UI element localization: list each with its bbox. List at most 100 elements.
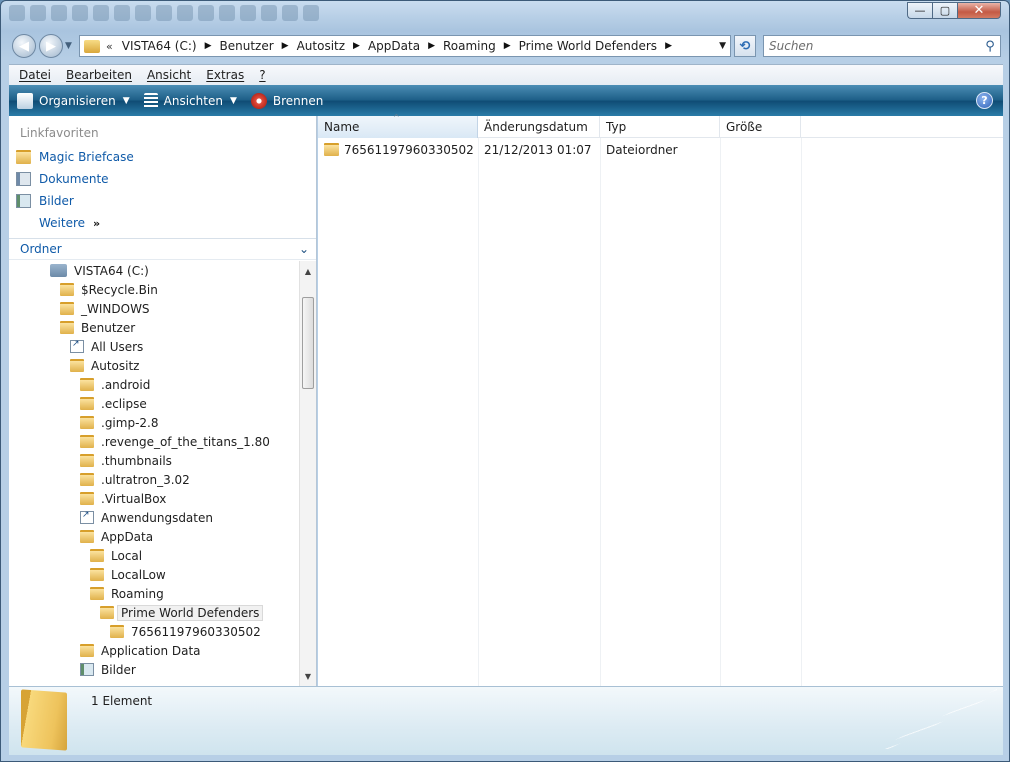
tree-item[interactable]: LocalLow — [90, 565, 166, 584]
pictures-icon — [80, 663, 94, 676]
organize-label: Organisieren — [39, 93, 116, 108]
tree-item[interactable]: Autositz — [70, 356, 139, 375]
tree-item[interactable]: Application Data — [80, 641, 201, 660]
breadcrumb-separator-icon[interactable]: ▶ — [428, 41, 435, 51]
favorite-more[interactable]: Weitere » — [39, 216, 100, 230]
tree-item-label: .revenge_of_the_titans_1.80 — [101, 434, 270, 449]
folder-icon — [70, 359, 84, 372]
tree-item[interactable]: Anwendungsdaten — [80, 508, 213, 527]
chevron-down-icon[interactable]: ⌄ — [299, 242, 309, 256]
scroll-thumb[interactable] — [302, 297, 314, 389]
tree-item[interactable]: All Users — [70, 337, 143, 356]
forward-button[interactable]: ▶ — [39, 34, 63, 58]
favorite-dokumente[interactable]: Dokumente — [16, 172, 109, 186]
address-history-dropdown[interactable]: ▼ — [719, 41, 726, 51]
file-name: 76561197960330502 — [344, 142, 474, 157]
column-header-type[interactable]: Typ — [600, 116, 720, 138]
tree-item[interactable]: .VirtualBox — [80, 489, 166, 508]
tree-item[interactable]: AppData — [80, 527, 153, 546]
column-header-name[interactable]: ^ Name — [318, 113, 478, 138]
search-box: ⚲ — [763, 35, 1001, 57]
minimize-button[interactable]: — — [907, 2, 932, 19]
refresh-button[interactable]: ⟲ — [734, 35, 756, 57]
burn-button[interactable]: Brennen — [250, 92, 323, 109]
search-input[interactable] — [764, 37, 980, 55]
address-overflow-button[interactable]: « — [106, 40, 113, 53]
folder-icon — [80, 530, 94, 543]
maximize-button[interactable]: ▢ — [932, 2, 957, 19]
help-icon[interactable]: ? — [976, 92, 993, 109]
folder-icon — [90, 587, 104, 600]
ghost-icon — [93, 5, 109, 21]
scroll-up-icon[interactable]: ▲ — [300, 263, 316, 279]
breadcrumb-roaming[interactable]: Roaming — [439, 39, 500, 53]
breadcrumb-separator-icon[interactable]: ▶ — [205, 41, 212, 51]
column-header-size[interactable]: Größe — [720, 116, 801, 138]
ghost-icon — [261, 5, 277, 21]
folder-icon — [100, 606, 114, 619]
menu-ansicht[interactable]: Ansicht — [147, 68, 198, 82]
tree-item[interactable]: $Recycle.Bin — [60, 280, 158, 299]
breadcrumb-prime-world-defenders[interactable]: Prime World Defenders — [515, 39, 661, 53]
menu-bearbeiten[interactable]: Bearbeiten — [66, 68, 139, 82]
tree-item-label: .ultratron_3.02 — [101, 472, 190, 487]
column-label: Typ — [606, 120, 627, 134]
tree-item[interactable]: Bilder — [80, 660, 136, 679]
tree-item[interactable]: _WINDOWS — [60, 299, 150, 318]
views-button[interactable]: Ansichten ▼ — [143, 92, 237, 109]
back-button[interactable]: ◀ — [12, 34, 36, 58]
address-bar[interactable]: « VISTA64 (C:) ▶ Benutzer ▶ Autositz ▶ A… — [79, 35, 731, 57]
breadcrumb-separator-icon[interactable]: ▶ — [665, 41, 672, 51]
breadcrumb-appdata[interactable]: AppData — [364, 39, 424, 53]
tree-item-label: LocalLow — [111, 567, 166, 582]
chevron-down-icon: ▼ — [229, 95, 237, 106]
column-header-date[interactable]: Änderungsdatum — [478, 116, 600, 138]
file-row[interactable]: 76561197960330502 21/12/2013 01:07 Datei… — [318, 140, 800, 159]
tree-item[interactable]: .ultratron_3.02 — [80, 470, 190, 489]
breadcrumb-separator-icon[interactable]: ▶ — [282, 41, 289, 51]
tree-item[interactable]: Prime World Defenders — [100, 603, 264, 622]
tree-item[interactable]: .thumbnails — [80, 451, 172, 470]
tree-item[interactable]: 76561197960330502 — [110, 622, 261, 641]
breadcrumb-autositz[interactable]: Autositz — [293, 39, 349, 53]
tree-item-label: All Users — [91, 339, 144, 354]
menu-help[interactable]: ? — [259, 68, 272, 82]
tree-item[interactable]: .android — [80, 375, 150, 394]
file-name-cell: 76561197960330502 — [318, 143, 478, 157]
folder-icon — [60, 283, 74, 296]
favorite-bilder[interactable]: Bilder — [16, 194, 74, 208]
favorites-header: Linkfavoriten — [20, 126, 99, 140]
breadcrumb-benutzer[interactable]: Benutzer — [216, 39, 278, 53]
menu-extras[interactable]: Extras — [206, 68, 251, 82]
folder-icon — [80, 492, 94, 505]
column-divider — [720, 138, 721, 686]
breadcrumb-drive[interactable]: VISTA64 (C:) — [118, 39, 201, 53]
tree-item[interactable]: .eclipse — [80, 394, 147, 413]
tree-item-label: Autositz — [91, 358, 140, 373]
tree-scrollbar[interactable]: ▲ ▼ — [299, 261, 316, 686]
favorite-magic-briefcase[interactable]: Magic Briefcase — [16, 150, 134, 164]
tree-item[interactable]: Local — [90, 546, 142, 565]
tree-item[interactable]: .revenge_of_the_titans_1.80 — [80, 432, 270, 451]
shortcut-folder-icon — [80, 510, 94, 524]
close-button[interactable]: ✕ — [957, 2, 1001, 19]
tree-item[interactable]: Roaming — [90, 584, 164, 603]
folders-header[interactable]: Ordner ⌄ — [9, 238, 316, 260]
recent-pages-dropdown[interactable]: ▼ — [65, 41, 72, 51]
ghost-icon — [177, 5, 193, 21]
ghost-icon — [198, 5, 214, 21]
organize-button[interactable]: Organisieren ▼ — [17, 92, 130, 109]
column-label: Name — [324, 120, 360, 134]
views-label: Ansichten — [163, 93, 223, 108]
breadcrumb-separator-icon[interactable]: ▶ — [353, 41, 360, 51]
tree-item[interactable]: Benutzer — [60, 318, 135, 337]
documents-icon — [16, 172, 31, 186]
menu-datei[interactable]: Datei — [19, 68, 58, 82]
breadcrumb-separator-icon[interactable]: ▶ — [504, 41, 511, 51]
burn-disc-icon — [250, 92, 267, 109]
scroll-down-icon[interactable]: ▼ — [300, 668, 316, 684]
ghost-icon — [219, 5, 235, 21]
tree-item[interactable]: .gimp-2.8 — [80, 413, 159, 432]
tree-item[interactable]: VISTA64 (C:) — [50, 261, 149, 280]
search-icon[interactable]: ⚲ — [980, 39, 1000, 54]
